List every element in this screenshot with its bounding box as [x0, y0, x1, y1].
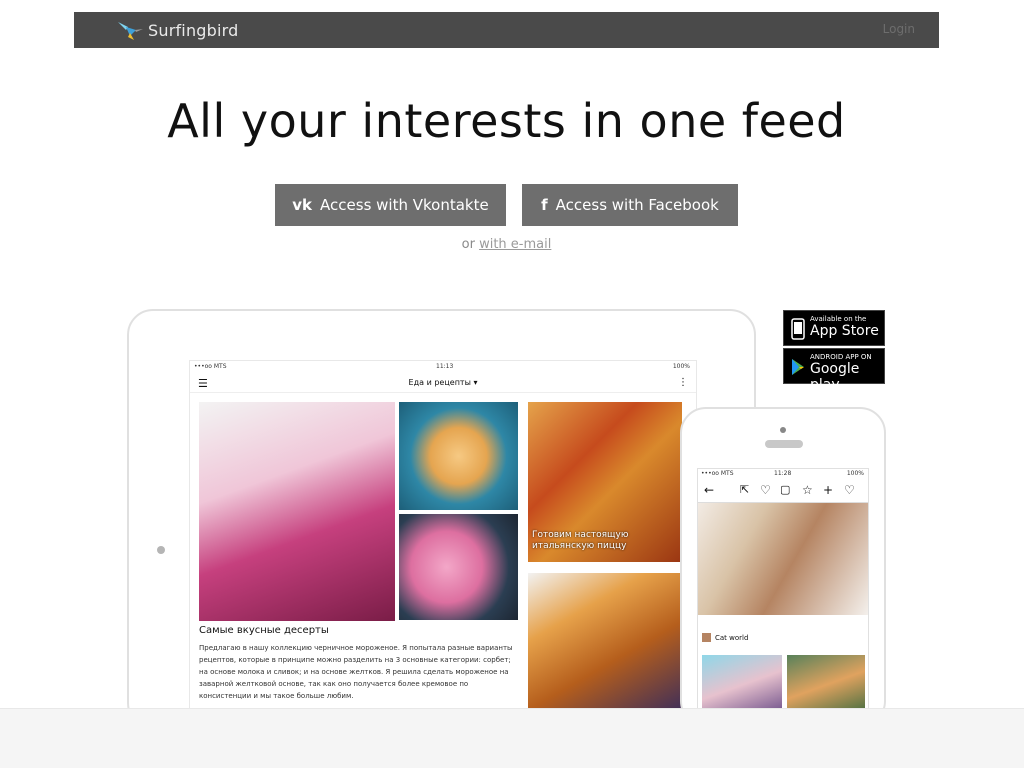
back-arrow-icon: ← [704, 483, 715, 497]
tablet-app-bar: ☰ Еда и рецепты ▾ ⋮ [190, 373, 696, 393]
brand-name: Surfingbird [148, 20, 239, 40]
article-title: Самые вкусные десерты [199, 625, 329, 636]
tablet-status-bar: •••oo MTS 11:13 100% [190, 361, 696, 373]
bottom-band [0, 708, 1024, 768]
vkontakte-login-button[interactable]: vk Access with Vkontakte [275, 184, 506, 226]
facebook-button-label: Access with Facebook [555, 196, 719, 214]
phone-caption: Cat world [702, 633, 748, 642]
category-title: Еда и рецепты ▾ [408, 378, 478, 387]
phone-carrier-text: •••oo MTS [701, 470, 734, 477]
app-store-badge[interactable]: Available on the App Store [783, 310, 885, 346]
star-icon: ☆ [802, 483, 813, 497]
phone-status-time: 11:28 [774, 470, 792, 477]
top-bar: Surfingbird Login [74, 12, 939, 48]
page-root: Surfingbird Login All your interests in … [0, 0, 1024, 768]
phone-status-bar: •••oo MTS 11:28 100% [698, 469, 868, 479]
phone-speaker [765, 440, 803, 448]
tablet-home-button [157, 546, 165, 554]
more-vertical-icon: ⋮ [678, 377, 688, 388]
article-body: Предлагаю в нашу коллекцию черничное мор… [199, 644, 513, 700]
brand-logo[interactable]: Surfingbird [116, 18, 239, 42]
phone-battery-text: 100% [846, 470, 864, 477]
email-login-link[interactable]: with e-mail [479, 237, 551, 252]
vk-icon: vk [292, 196, 313, 214]
email-alternative: or with e-mail [0, 237, 1013, 252]
phone-caption-text: Cat world [715, 633, 749, 642]
tablet-screen: •••oo MTS 11:13 100% ☰ Еда и рецепты ▾ ⋮… [189, 360, 697, 720]
phone-camera [780, 427, 786, 433]
google-play-big-text: Google play [810, 361, 860, 393]
carrier-text: •••oo MTS [194, 363, 227, 370]
pizza-image: Готовим настоящую итальянскую пиццу [528, 402, 682, 562]
ice-cream-image [399, 514, 518, 620]
google-play-icon [792, 359, 804, 375]
heart-icon: ♡ [844, 483, 855, 497]
heart-broken-icon: ♡ [760, 483, 771, 497]
google-play-small-text: ANDROID APP ON [810, 353, 872, 361]
or-text: or [461, 237, 475, 252]
page-title: All your interests in one feed [167, 94, 846, 148]
comment-icon: ▢ [780, 483, 791, 496]
cat-glasses-thumbnail [702, 655, 782, 715]
battery-text: 100% [672, 363, 690, 370]
cat-image [698, 503, 868, 615]
dessert-image [199, 402, 395, 621]
facebook-login-button[interactable]: f Access with Facebook [522, 184, 738, 226]
apple-icon [791, 318, 805, 340]
facebook-icon: f [541, 196, 548, 214]
status-time: 11:13 [436, 363, 454, 370]
article-preview: Самые вкусные десерты Предлагаю в нашу к… [199, 625, 521, 702]
vkontakte-button-label: Access with Vkontakte [320, 196, 489, 214]
hummingbird-icon [118, 22, 143, 40]
french-toast-image [528, 573, 682, 713]
kitten-thumbnail [787, 655, 865, 715]
pancakes-image [399, 402, 518, 510]
login-link[interactable]: Login [883, 22, 915, 36]
app-store-big-text: App Store [810, 323, 879, 339]
app-store-small-text: Available on the [810, 315, 867, 323]
phone-screen: •••oo MTS 11:28 100% ← ⇱ ♡ ▢ ☆ + ♡ Cat w… [697, 468, 869, 718]
pizza-caption: Готовим настоящую итальянскую пиццу [532, 530, 629, 551]
phone-toolbar: ← ⇱ ♡ ▢ ☆ + ♡ [698, 479, 868, 503]
plus-icon: + [823, 483, 834, 497]
cat-world-icon [702, 633, 711, 642]
google-play-badge[interactable]: ANDROID APP ON Google play [783, 348, 885, 393]
share-icon: ⇱ [740, 483, 750, 496]
